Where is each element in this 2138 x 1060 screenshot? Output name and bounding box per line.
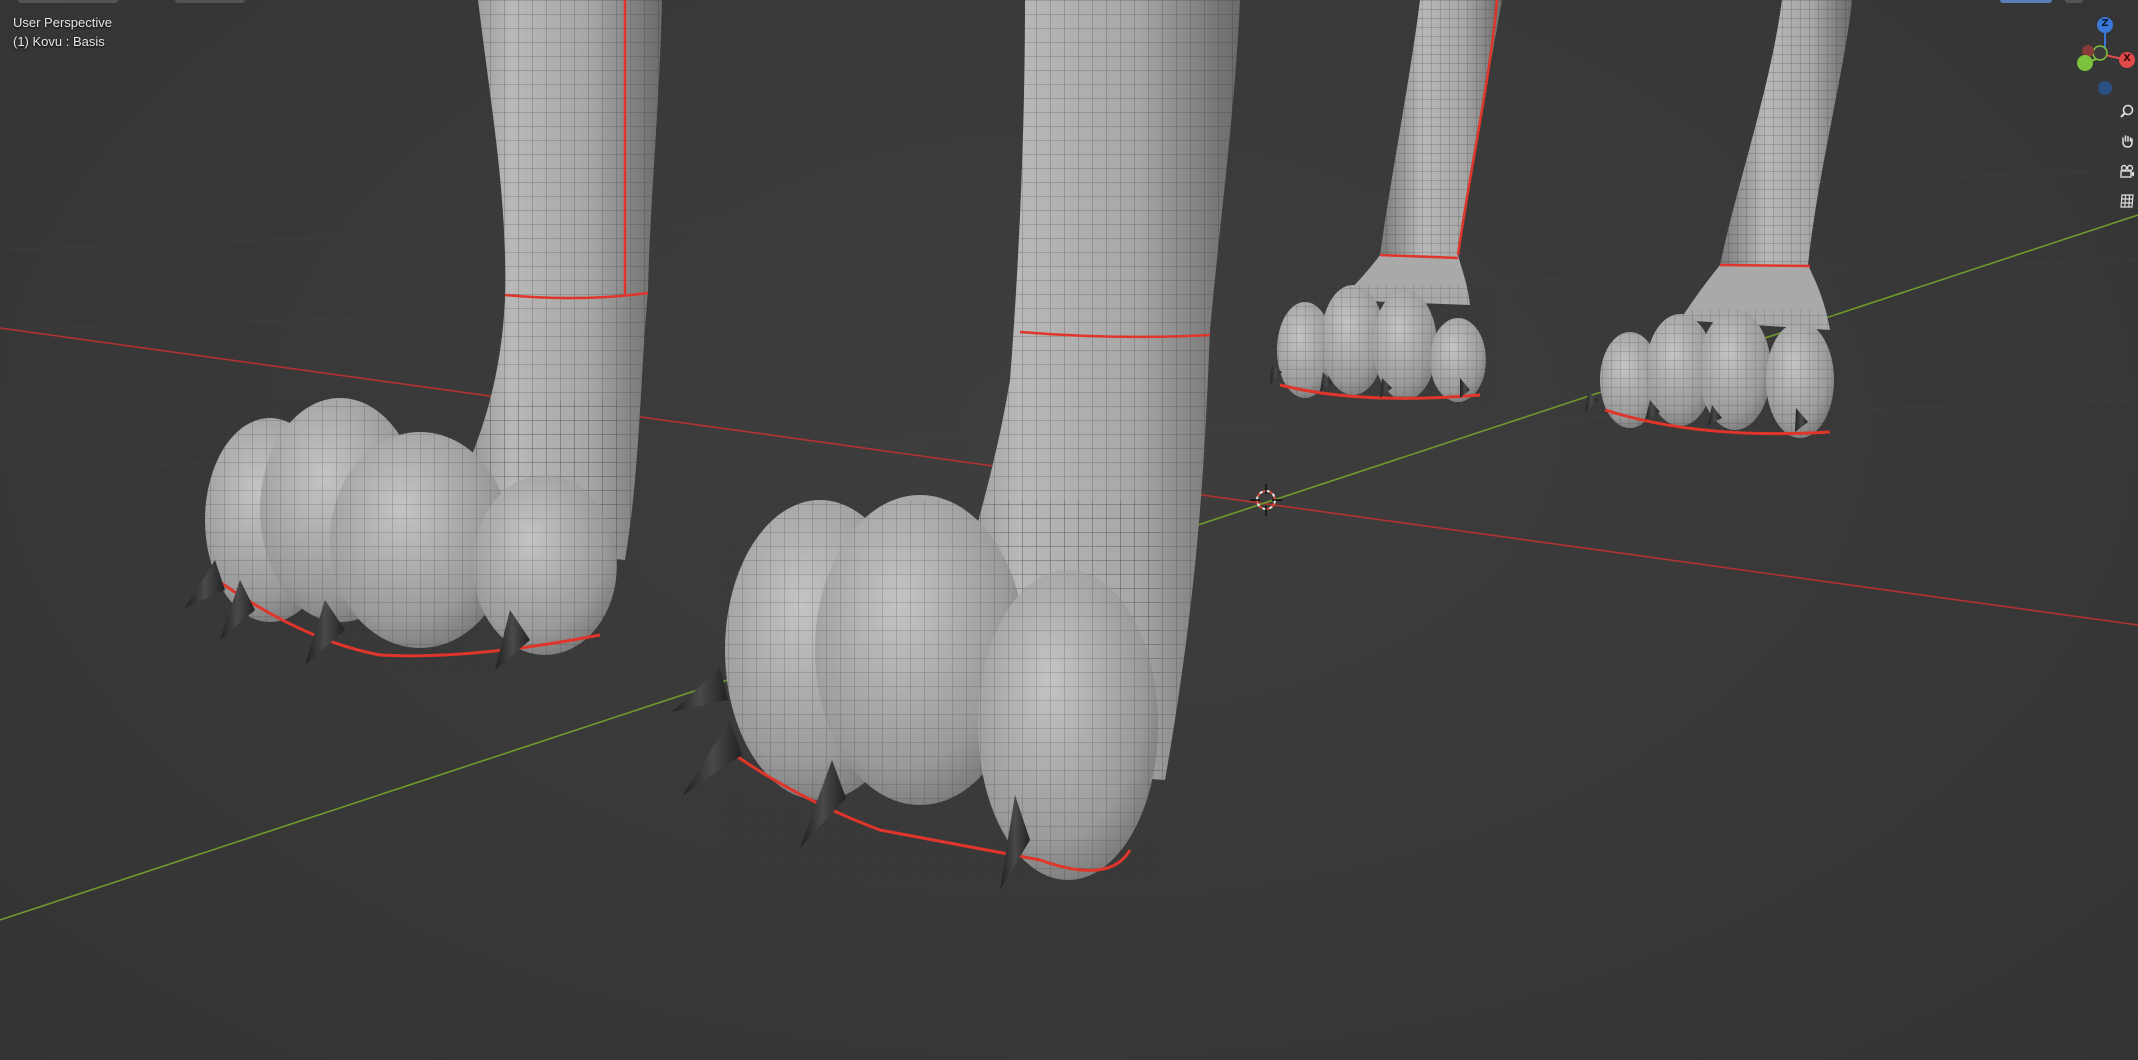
camera-view-button[interactable] (2116, 160, 2138, 182)
header-stub-mid (175, 0, 245, 3)
gizmo-x-label[interactable]: X (2122, 53, 2132, 64)
3d-cursor (1250, 484, 1282, 516)
zoom-icon (2120, 104, 2134, 118)
front-right-toes (672, 495, 1160, 890)
gizmo-z-label[interactable]: Z (2100, 18, 2110, 29)
back-left-leg (1270, 0, 1502, 405)
back-right-toes (1585, 310, 1836, 438)
front-left-leg (185, 0, 662, 670)
pan-button[interactable] (2116, 130, 2138, 152)
ortho-toggle-button[interactable] (2116, 190, 2138, 212)
zoom-button[interactable] (2116, 101, 2138, 123)
front-left-toes (185, 398, 620, 670)
view-name: User Perspective (13, 15, 112, 30)
gizmo-z-bottom (2098, 81, 2112, 95)
scene-canvas (0, 0, 2138, 921)
header-stub-left (18, 0, 118, 3)
camera-icon (2120, 164, 2134, 178)
gizmo-z-neg (2092, 45, 2108, 61)
back-left-toes (1270, 285, 1490, 405)
3d-viewport[interactable]: User Perspective (1) Kovu : Basis Z X (0, 0, 2138, 1060)
hand-pan-icon (2122, 135, 2133, 148)
header-stub-right2 (2065, 0, 2083, 3)
back-right-leg (1585, 0, 1852, 438)
header-stub-right (2000, 0, 2052, 3)
grid-icon (2120, 194, 2134, 208)
gizmo-y-pos (2077, 55, 2093, 71)
object-name: (1) Kovu : Basis (13, 34, 105, 49)
